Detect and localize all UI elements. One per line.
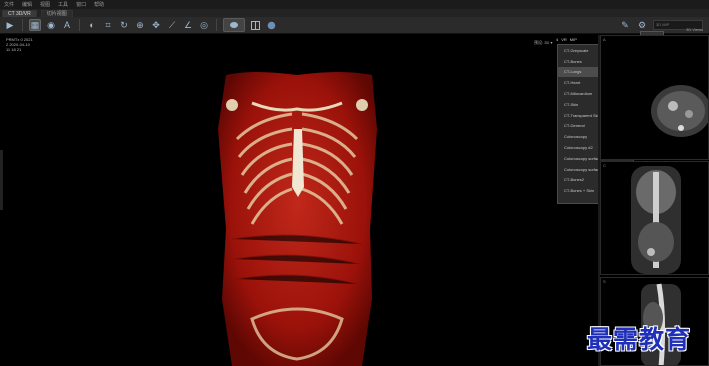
preset-selector-label[interactable]: 预设: 3D ▾ [534, 40, 552, 46]
roi-icon[interactable]: ◎ [198, 19, 210, 31]
tab-slice-view[interactable]: 切片视图 [40, 9, 73, 17]
preset-tab-mip[interactable]: MIP [570, 37, 577, 42]
main-3d-viewport[interactable]: PRMTx 0 2021 2 2020-04-10 11 18 21 预设: 3… [0, 35, 598, 366]
rotate-icon[interactable]: ↻ [118, 19, 130, 31]
menu-item-view[interactable]: 视图 [40, 1, 50, 8]
preset-label: CT-Heart [564, 80, 581, 86]
menu-bar: 文件 编辑 视图 工具 窗口 帮助 [0, 0, 709, 9]
preset-label: CT-Lungs [564, 69, 582, 75]
left-panel-handle[interactable] [0, 150, 3, 210]
preset-tab-count[interactable]: 4 [556, 37, 558, 42]
menu-item-help[interactable]: 帮助 [94, 1, 104, 8]
sagittal-label: S [603, 279, 606, 284]
volume-render-button[interactable] [223, 18, 245, 32]
body-silhouette [218, 72, 377, 366]
preset-label: CT-General [564, 123, 585, 129]
text-icon[interactable]: A [61, 19, 73, 31]
coronal-slice-image [631, 166, 681, 274]
toolbar-divider [22, 19, 23, 31]
preset-label: CT-Transparent Skin [564, 112, 601, 118]
toolbar-divider [79, 19, 80, 31]
axial-slice-image [651, 85, 708, 137]
sternum [292, 129, 304, 197]
preset-label: CT-Mitocardium [564, 91, 593, 97]
coronal-view-panel[interactable]: C [600, 161, 709, 275]
search-icon[interactable]: ◉ [45, 19, 57, 31]
preset-label: CT-Bones [564, 58, 582, 64]
menu-item-edit[interactable]: 编辑 [22, 1, 32, 8]
axial-view-panel[interactable]: A [600, 35, 709, 160]
window-level-icon[interactable]: ◐ [86, 19, 98, 31]
pan-icon[interactable]: ✥ [150, 19, 162, 31]
side-panel-header: 3D Views [686, 26, 703, 32]
menu-item-tools[interactable]: 工具 [58, 1, 68, 8]
coronal-label: C [603, 163, 606, 168]
tab-3d-vr[interactable]: CT 3D/VR [2, 9, 37, 17]
preset-label: Colonoscopy #2 [564, 145, 593, 151]
preset-tab-vr[interactable]: VR [561, 37, 567, 42]
globe-icon[interactable] [265, 19, 277, 31]
menu-item-file[interactable]: 文件 [4, 1, 14, 8]
crop-icon[interactable]: ⌗ [102, 19, 114, 31]
menu-item-window[interactable]: 窗口 [76, 1, 86, 8]
volume-rendering-torso [218, 72, 377, 366]
patient-info-line: 11 18 21 [6, 47, 22, 52]
mpr-glyph [250, 20, 260, 30]
measure-icon[interactable]: ⟋ [166, 19, 178, 31]
watermark-logo: 最需教育 [587, 325, 692, 354]
tab-bar: CT 3D/VR 切片视图 [0, 9, 709, 17]
globe-glyph [267, 21, 275, 29]
axial-label: A [603, 37, 606, 42]
arrow-icon[interactable]: ▶ [4, 19, 16, 31]
mpr-icon[interactable] [249, 19, 261, 31]
angle-icon[interactable]: ∠ [182, 19, 194, 31]
layout-icon[interactable]: ▦ [29, 19, 41, 31]
volume-render-icon [230, 22, 238, 28]
toolbar-divider [216, 19, 217, 31]
preset-label: CT-Bones + Skin [564, 188, 595, 194]
preset-label: Colonoscopy [564, 134, 588, 140]
preset-label: Colonoscopy surface [564, 155, 602, 161]
preset-label: CT-Bones2 [564, 177, 585, 183]
patient-info-overlay: PRMTx 0 2021 2 2020-04-10 11 18 21 [6, 37, 33, 52]
zoom-icon[interactable]: ⊕ [134, 19, 146, 31]
preset-label: CT-Greyscale [564, 47, 589, 53]
preset-label: CT-Skin [564, 101, 579, 107]
